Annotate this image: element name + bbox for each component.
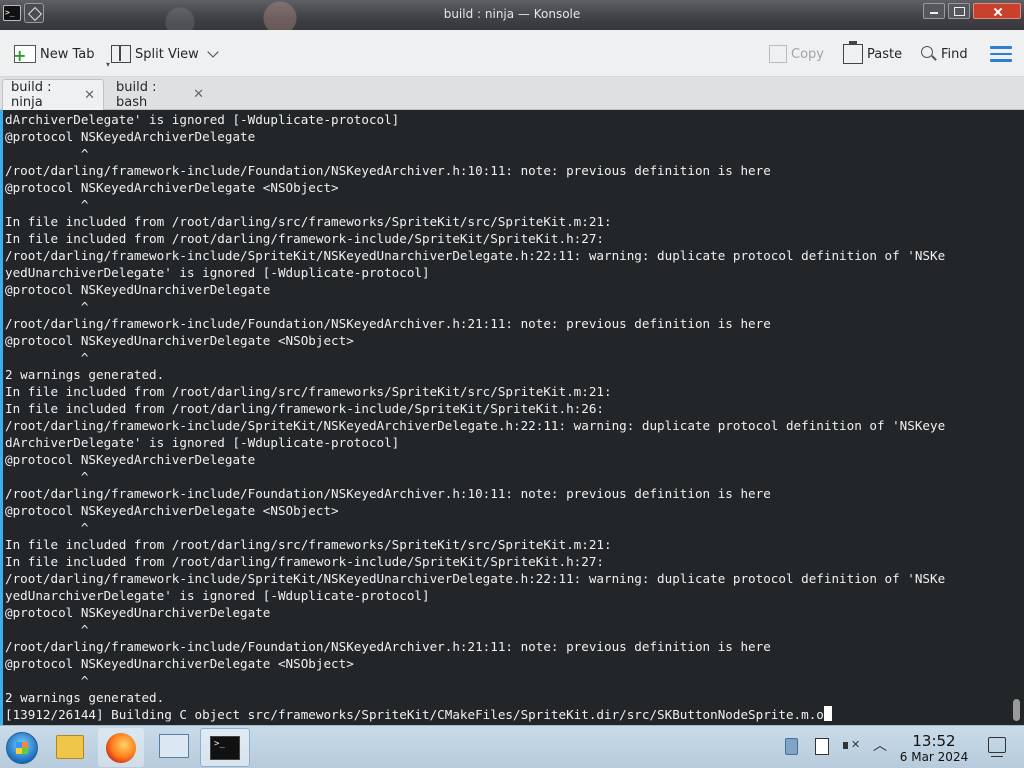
- maximize-button[interactable]: [948, 3, 970, 19]
- terminal-line: @protocol NSKeyedUnarchiverDelegate <NSO…: [5, 656, 354, 671]
- chevron-up-icon[interactable]: ︿: [871, 737, 889, 755]
- paste-button[interactable]: Paste: [843, 41, 903, 66]
- window-title-text: build : ninja — Konsole: [443, 7, 581, 21]
- terminal-line: ^: [5, 299, 89, 314]
- terminal-line: yedUnarchiverDelegate' is ignored [-Wdup…: [5, 588, 430, 603]
- hamburger-menu-icon[interactable]: [990, 46, 1012, 62]
- konsole-toolbar: New Tab ▾ Split View Copy Paste Find: [0, 30, 1024, 77]
- terminal-line: ^: [5, 622, 89, 637]
- terminal-line: /root/darling/framework-include/SpriteKi…: [5, 418, 946, 433]
- terminal-line: In file included from /root/darling/fram…: [5, 231, 604, 246]
- terminal-line: 2 warnings generated.: [5, 367, 165, 382]
- chevron-down-icon: [207, 46, 219, 58]
- terminal-line: In file included from /root/darling/fram…: [5, 554, 604, 569]
- firefox-icon: [106, 733, 136, 763]
- terminal-line: @protocol NSKeyedArchiverDelegate <NSObj…: [5, 180, 339, 195]
- taskbar-konsole[interactable]: >_: [200, 728, 250, 767]
- terminal-line: /root/darling/framework-include/Foundati…: [5, 639, 771, 654]
- search-icon: [921, 46, 937, 62]
- split-view-label: Split View: [135, 46, 199, 62]
- volume-muted-icon[interactable]: [842, 737, 860, 755]
- minimize-button[interactable]: [923, 3, 945, 19]
- window-title: build : ninja — Konsole: [0, 7, 1024, 21]
- terminal-line: @protocol NSKeyedArchiverDelegate: [5, 129, 256, 144]
- taskbar-file-manager[interactable]: [48, 728, 94, 767]
- folder-icon: [56, 735, 84, 759]
- terminal-line: In file included from /root/darling/src/…: [5, 384, 612, 399]
- taskbar-system-settings[interactable]: [150, 728, 196, 767]
- terminal-line: /root/darling/framework-include/Foundati…: [5, 486, 771, 501]
- clock-date: 6 Mar 2024: [899, 750, 969, 764]
- terminal-line: /root/darling/framework-include/SpriteKi…: [5, 571, 946, 586]
- terminal-line: In file included from /root/darling/fram…: [5, 401, 604, 416]
- terminal-output: dArchiverDelegate' is ignored [-Wduplica…: [5, 111, 1005, 723]
- system-settings-icon: [159, 734, 189, 758]
- copy-label: Copy: [791, 46, 824, 62]
- clipboard-icon[interactable]: [812, 737, 830, 755]
- terminal-line: /root/darling/framework-include/SpriteKi…: [5, 248, 946, 263]
- tab-build-bash[interactable]: build : bash ✕: [108, 79, 212, 110]
- terminal-line: /root/darling/framework-include/Foundati…: [5, 163, 771, 178]
- close-tab-icon[interactable]: ✕: [193, 87, 204, 102]
- find-button[interactable]: Find: [921, 42, 968, 66]
- terminal-line: ^: [5, 673, 89, 688]
- terminal-line: @protocol NSKeyedUnarchiverDelegate <NSO…: [5, 333, 354, 348]
- terminal-line: @protocol NSKeyedArchiverDelegate <NSObj…: [5, 503, 339, 518]
- terminal-line: dArchiverDelegate' is ignored [-Wduplica…: [5, 435, 400, 450]
- terminal-line: ^: [5, 350, 89, 365]
- taskbar-firefox[interactable]: [98, 728, 144, 767]
- paste-icon: [843, 41, 863, 64]
- removable-device-icon[interactable]: [782, 737, 800, 755]
- split-view-icon: [111, 45, 131, 63]
- terminal-line: ^: [5, 197, 89, 212]
- terminal-line: ^: [5, 146, 89, 161]
- window-titlebar[interactable]: >_ build : ninja — Konsole: [0, 0, 1024, 30]
- tab-bar: build : ninja ✕ build : bash ✕: [0, 77, 1024, 110]
- copy-icon: [769, 45, 787, 63]
- show-desktop-icon[interactable]: [988, 737, 1006, 757]
- terminal-view[interactable]: dArchiverDelegate' is ignored [-Wduplica…: [0, 110, 1024, 725]
- terminal-line: ^: [5, 520, 89, 535]
- terminal-line: dArchiverDelegate' is ignored [-Wduplica…: [5, 112, 400, 127]
- terminal-scrollbar[interactable]: [1013, 699, 1020, 721]
- taskbar: >_ ︿ 13:52 6 Mar 2024: [0, 725, 1024, 768]
- tab-build-ninja[interactable]: build : ninja ✕: [2, 79, 104, 110]
- terminal-line: @protocol NSKeyedUnarchiverDelegate: [5, 282, 271, 297]
- terminal-line: In file included from /root/darling/src/…: [5, 537, 612, 552]
- close-tab-icon[interactable]: ✕: [84, 88, 95, 103]
- new-tab-icon: [13, 45, 36, 63]
- start-menu-button[interactable]: [0, 728, 46, 767]
- clock-time: 13:52: [912, 732, 956, 750]
- close-window-button[interactable]: [973, 3, 1021, 19]
- new-tab-label: New Tab: [40, 46, 95, 62]
- new-tab-button[interactable]: New Tab ▾: [13, 42, 110, 69]
- start-orb-icon: [6, 732, 38, 764]
- terminal-line: 2 warnings generated.: [5, 690, 165, 705]
- tab-label: build : ninja: [11, 80, 52, 110]
- find-label: Find: [941, 46, 968, 62]
- terminal-line: /root/darling/framework-include/Foundati…: [5, 316, 771, 331]
- terminal-line: @protocol NSKeyedArchiverDelegate: [5, 452, 256, 467]
- terminal-line: In file included from /root/darling/src/…: [5, 214, 612, 229]
- paste-label: Paste: [867, 46, 903, 62]
- copy-button[interactable]: Copy: [769, 42, 824, 66]
- terminal-line: @protocol NSKeyedUnarchiverDelegate: [5, 605, 271, 620]
- new-tab-dropdown-icon[interactable]: ▾: [106, 60, 110, 69]
- terminal-icon: >_: [210, 736, 240, 760]
- split-view-button[interactable]: Split View: [111, 42, 219, 66]
- terminal-cursor: [823, 706, 832, 721]
- terminal-line: yedUnarchiverDelegate' is ignored [-Wdup…: [5, 265, 430, 280]
- tab-label: build : bash: [116, 79, 157, 110]
- clock[interactable]: 13:52 6 Mar 2024: [895, 732, 973, 765]
- terminal-line: ^: [5, 469, 89, 484]
- terminal-line: [13912/26144] Building C object src/fram…: [5, 706, 1005, 723]
